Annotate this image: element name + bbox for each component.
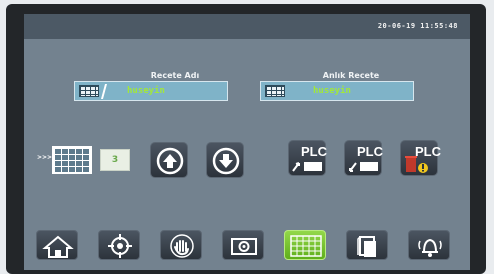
table-icon	[79, 85, 99, 97]
text-cursor-icon	[100, 84, 108, 99]
recipe-index-input[interactable]: 3	[100, 149, 130, 171]
crosshair-icon	[108, 234, 132, 258]
current-recipe-field: huseyin	[260, 81, 414, 101]
plc-send-icon	[292, 162, 322, 172]
plc-delete-button[interactable]: PLC	[400, 140, 441, 176]
recipe-name-label: Recete Adı	[150, 71, 200, 80]
nav-position-button[interactable]	[98, 230, 140, 260]
recipe-table-icon[interactable]	[52, 146, 92, 174]
arrows-indicator: >>>	[37, 154, 53, 161]
datetime-display: 20-06-19 11:55:48	[377, 22, 458, 30]
download-down-button[interactable]	[206, 142, 244, 178]
nav-manual-button[interactable]	[160, 230, 202, 260]
upload-up-button[interactable]	[150, 142, 188, 178]
nav-recipe-button[interactable]	[284, 230, 326, 260]
plc-send-button[interactable]: PLC	[288, 140, 327, 176]
recipe-grid-icon	[290, 235, 322, 257]
camera-icon	[231, 238, 257, 255]
nav-alarm-button[interactable]	[408, 230, 450, 260]
current-recipe-label: Anlık Recete	[322, 71, 380, 80]
nav-document-button[interactable]	[346, 230, 388, 260]
nav-home-button[interactable]	[36, 230, 78, 260]
plc-delete-warning-icon	[405, 156, 428, 173]
hmi-screen: 20-06-19 11:55:48 Recete Adı huseyin Anl…	[24, 14, 470, 270]
recipe-name-field[interactable]: huseyin	[74, 81, 228, 101]
current-recipe-value: huseyin	[313, 86, 351, 96]
arrow-down-circle-icon	[212, 147, 240, 175]
plc-receive-button[interactable]: PLC	[344, 140, 383, 176]
alarm-bell-icon	[418, 238, 442, 257]
recipe-name-value: huseyin	[127, 86, 165, 96]
document-icon	[357, 236, 376, 257]
hand-icon	[170, 234, 194, 258]
plc-receive-icon	[349, 162, 378, 172]
top-status-bar: 20-06-19 11:55:48	[24, 14, 470, 39]
table-icon	[265, 85, 285, 97]
nav-camera-button[interactable]	[222, 230, 264, 260]
arrow-up-circle-icon	[156, 147, 184, 175]
home-icon	[42, 235, 74, 258]
